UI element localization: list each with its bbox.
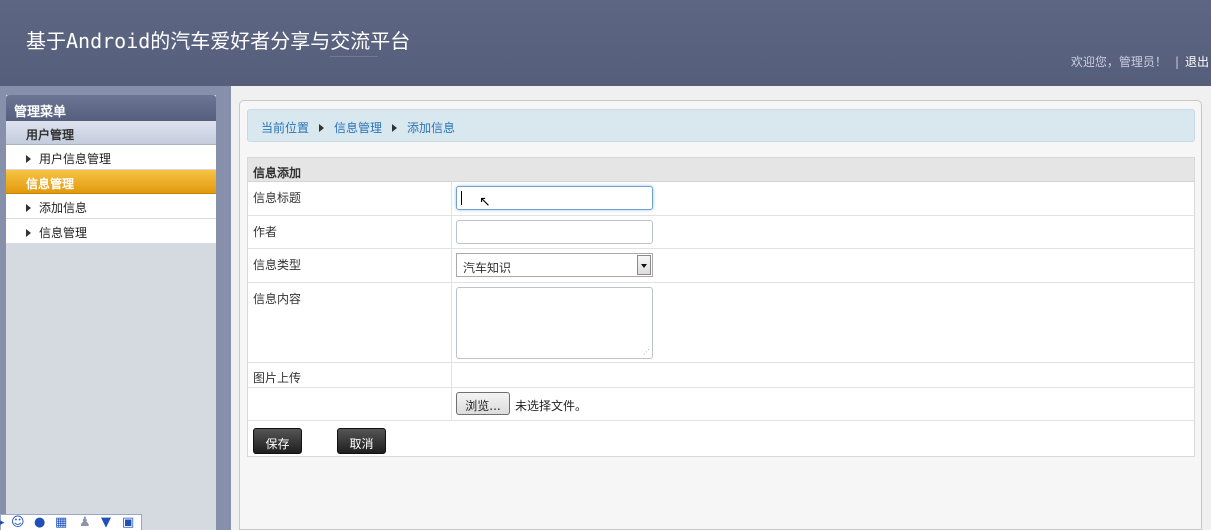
- chevron-down-icon[interactable]: [637, 255, 651, 275]
- menu-item-add-info[interactable]: 添加信息: [6, 194, 216, 219]
- menu-item-info-management[interactable]: 信息管理: [6, 219, 216, 244]
- user-area: 欢迎您，管理员！ | 退出: [1071, 53, 1211, 70]
- triangle-right-icon: [26, 204, 31, 212]
- row-file-picker: 浏览... 未选择文件。: [248, 388, 1194, 421]
- separator: |: [1174, 55, 1179, 69]
- menu-group-info-management[interactable]: 信息管理: [6, 170, 216, 194]
- arrow-icon[interactable]: ▸: [0, 516, 5, 530]
- content-textarea[interactable]: ⋰: [456, 287, 653, 359]
- left-frame: 管理菜单 用户管理 用户信息管理 信息管理 添加信息 信息管理: [0, 86, 231, 530]
- menu-item-user-info[interactable]: 用户信息管理: [6, 145, 216, 170]
- row-title: 信息标题 ↖: [248, 182, 1194, 216]
- cancel-button[interactable]: 取消: [337, 428, 386, 454]
- breadcrumb: 当前位置 信息管理 添加信息: [247, 109, 1195, 142]
- image-upload-label: 图片上传: [253, 371, 302, 385]
- row-author: 作者: [248, 216, 1194, 249]
- keyboard-icon[interactable]: ▦: [55, 516, 67, 530]
- logout-link[interactable]: 退出: [1182, 55, 1211, 69]
- menu-group-user-management[interactable]: 用户管理: [6, 121, 216, 145]
- breadcrumb-info-management[interactable]: 信息管理: [334, 121, 382, 135]
- top-header: 基于Android的汽车爱好者分享与交流平台 欢迎您，管理员！ | 退出: [0, 0, 1211, 86]
- type-select-value: 汽车知识: [463, 261, 512, 275]
- triangle-right-icon: [26, 229, 31, 237]
- title-divider: [330, 56, 378, 57]
- text-caret: [461, 191, 462, 205]
- sidebar: 管理菜单 用户管理 用户信息管理 信息管理 添加信息 信息管理: [6, 95, 216, 530]
- save-button[interactable]: 保存: [253, 428, 302, 454]
- mouse-pointer-icon: ↖: [479, 194, 491, 210]
- browse-button[interactable]: 浏览...: [456, 392, 510, 415]
- content-label: 信息内容: [253, 292, 302, 306]
- ime-toolbar: ▸ ☺ ● ▦ ♟ ▼ ▣: [0, 514, 142, 530]
- menu-title: 管理菜单: [6, 95, 216, 121]
- resize-grip-icon[interactable]: ⋰: [643, 349, 650, 356]
- user-icon[interactable]: ♟: [79, 516, 91, 530]
- title-label: 信息标题: [253, 191, 302, 205]
- menu-item-label: 信息管理: [39, 226, 88, 240]
- row-content: 信息内容 ⋰: [248, 283, 1194, 363]
- type-label: 信息类型: [253, 258, 302, 272]
- main-content: 当前位置 信息管理 添加信息 信息添加 信息标题 ↖ 作者 信息类型 汽车知识: [239, 100, 1202, 530]
- grid-icon[interactable]: ▣: [122, 516, 134, 530]
- menu-item-label: 用户信息管理: [39, 152, 112, 166]
- title-input[interactable]: ↖: [456, 186, 653, 210]
- app-title: 基于Android的汽车爱好者分享与交流平台: [26, 29, 411, 53]
- triangle-right-icon: [319, 124, 325, 132]
- no-file-text: 未选择文件。: [515, 399, 588, 413]
- menu-item-label: 添加信息: [39, 201, 88, 215]
- form-title: 信息添加: [248, 158, 1194, 182]
- shirt-icon[interactable]: ▼: [101, 516, 111, 530]
- row-image-upload: 图片上传: [248, 363, 1194, 388]
- microphone-icon[interactable]: ●: [34, 516, 45, 530]
- type-select[interactable]: 汽车知识: [456, 253, 653, 277]
- triangle-right-icon: [392, 124, 398, 132]
- smiley-icon[interactable]: ☺: [11, 516, 25, 530]
- author-input[interactable]: [456, 220, 653, 244]
- row-type: 信息类型 汽车知识: [248, 249, 1194, 283]
- breadcrumb-add-info[interactable]: 添加信息: [407, 121, 455, 135]
- triangle-right-icon: [26, 155, 31, 163]
- breadcrumb-current-position[interactable]: 当前位置: [261, 121, 309, 135]
- welcome-text: 欢迎您，管理员！: [1070, 55, 1167, 69]
- row-actions: 保存 取消: [248, 421, 1194, 455]
- info-add-form: 信息添加 信息标题 ↖ 作者 信息类型 汽车知识 信息内容 ⋰ 图片上传 浏览.…: [247, 157, 1195, 457]
- author-label: 作者: [253, 225, 278, 239]
